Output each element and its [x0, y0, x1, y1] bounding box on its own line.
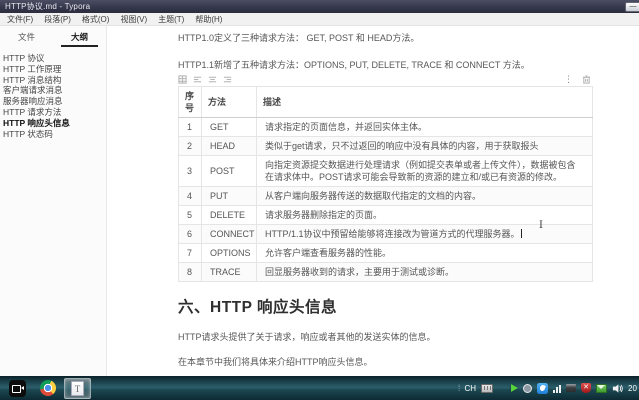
outline-item-http[interactable]: HTTP 协议 [2, 53, 104, 64]
minimize-button[interactable]: — [625, 2, 639, 12]
more-options-icon[interactable]: ⋮ [564, 75, 573, 84]
keyboard-icon[interactable] [481, 384, 493, 393]
mouse-cursor-ibeam: I [539, 220, 543, 231]
outline-item-status-codes[interactable]: HTTP 状态码 [2, 129, 104, 140]
typora-icon: T [71, 381, 84, 396]
taskbar-recorder-button[interactable] [4, 378, 31, 399]
align-center-icon[interactable] [208, 75, 217, 84]
menu-bar: 文件(F) 段落(P) 格式(O) 视图(V) 主题(T) 帮助(H) [0, 13, 639, 26]
taskbar-chrome-button[interactable] [34, 378, 61, 399]
paragraph-http11: HTTP1.1新增了五种请求方法：OPTIONS, PUT, DELETE, T… [178, 58, 593, 71]
outline-item-server-response[interactable]: 服务器响应消息 [2, 96, 104, 107]
paragraph-http10: HTTP1.0定义了三种请求方法： GET, POST 和 HEAD方法。 [178, 31, 593, 44]
chrome-icon [40, 380, 56, 396]
taskbar: T ⁞ CH ✕ 20 [0, 376, 639, 400]
taskbar-clock[interactable]: 20 [628, 384, 639, 393]
title-bar: HTTP协议.md - Typora — [0, 0, 639, 13]
header-method: 方法 [202, 87, 257, 118]
disc-icon[interactable] [523, 384, 532, 393]
outline-list: HTTP 协议 HTTP 工作原理 HTTP 消息结构 客户端请求消息 服务器响… [0, 47, 106, 139]
outline-item-working-principle[interactable]: HTTP 工作原理 [2, 64, 104, 75]
language-indicator[interactable]: CH [464, 384, 476, 393]
menu-file[interactable]: 文件(F) [7, 14, 33, 25]
align-right-icon[interactable] [223, 75, 232, 84]
dark-app-icon[interactable] [566, 384, 576, 392]
table-row[interactable]: 3 POST 向指定资源提交数据进行处理请求（例如提交表单或者上传文件），数据被… [179, 156, 593, 187]
table-row-connect[interactable]: 6 CONNECT HTTP/1.1协议中预留给能够将连接改为管道方式的代理服务… [179, 225, 593, 244]
editor-content[interactable]: HTTP1.0定义了三种请求方法： GET, POST 和 HEAD方法。 HT… [107, 26, 639, 376]
paragraph-response-intro2: 在本章节中我们将具体来介绍HTTP响应头信息。 [178, 355, 593, 368]
main-area: 文件 大纲 HTTP 协议 HTTP 工作原理 HTTP 消息结构 客户端请求消… [0, 26, 639, 376]
table-row[interactable]: 8 TRACE 回显服务器收到的请求，主要用于测试或诊断。 [179, 263, 593, 282]
menu-help[interactable]: 帮助(H) [195, 14, 222, 25]
table-toolbar-left [178, 75, 232, 84]
table-grid-icon[interactable] [178, 75, 187, 84]
table-row[interactable]: 5 DELETE 请求服务器删除指定的页面。 [179, 206, 593, 225]
menu-format[interactable]: 格式(O) [82, 14, 110, 25]
menu-theme[interactable]: 主题(T) [158, 14, 184, 25]
blue-app-icon[interactable] [537, 383, 548, 394]
table-row[interactable]: 4 PUT 从客户端向服务器传送的数据取代指定的文档的内容。 [179, 187, 593, 206]
outline-item-client-request[interactable]: 客户端请求消息 [2, 85, 104, 96]
volume-icon[interactable] [612, 383, 623, 394]
outline-item-message-structure[interactable]: HTTP 消息结构 [2, 75, 104, 86]
header-desc: 描述 [257, 87, 593, 118]
http-methods-table[interactable]: 序号 方法 描述 1 GET 请求指定的页面信息，并返回实体主体。 2 HEAD… [178, 86, 593, 282]
table-row[interactable]: 2 HEAD 类似于get请求，只不过返回的响应中没有具体的内容，用于获取报头 [179, 137, 593, 156]
paragraph-response-intro1: HTTP请求头提供了关于请求，响应或者其他的发送实体的信息。 [178, 330, 593, 343]
typora-window: HTTP协议.md - Typora — 文件(F) 段落(P) 格式(O) 视… [0, 0, 639, 400]
system-tray: ⁞ CH ✕ 20 [458, 383, 635, 394]
table-toolbar-right: ⋮ [564, 75, 591, 84]
tab-outline[interactable]: 大纲 [53, 31, 106, 47]
screen-recorder-icon [9, 380, 26, 397]
green-mail-icon[interactable] [596, 384, 607, 393]
section-heading: 六、HTTP 响应头信息 [178, 295, 593, 317]
sidebar-tabs: 文件 大纲 [0, 26, 106, 47]
table-toolbar: ⋮ [178, 73, 593, 85]
delete-table-icon[interactable] [582, 75, 591, 84]
menu-view[interactable]: 视图(V) [120, 14, 147, 25]
table-row[interactable]: 7 OPTIONS 允许客户端查看服务器的性能。 [179, 244, 593, 263]
green-play-icon[interactable] [511, 384, 518, 392]
align-left-icon[interactable] [193, 75, 202, 84]
menu-paragraph[interactable]: 段落(P) [44, 14, 71, 25]
text-caret [521, 229, 522, 238]
sidebar: 文件 大纲 HTTP 协议 HTTP 工作原理 HTTP 消息结构 客户端请求消… [0, 26, 107, 376]
header-no: 序号 [179, 87, 202, 118]
taskbar-typora-button[interactable]: T [64, 378, 91, 399]
tab-files[interactable]: 文件 [0, 31, 53, 47]
table-row[interactable]: 1 GET 请求指定的页面信息，并返回实体主体。 [179, 118, 593, 137]
table-header-row: 序号 方法 描述 [179, 87, 593, 118]
outline-item-response-headers[interactable]: HTTP 响应头信息 [2, 118, 104, 129]
window-title: HTTP协议.md - Typora [5, 1, 625, 12]
outline-item-request-methods[interactable]: HTTP 请求方法 [2, 107, 104, 118]
connect-desc-text: HTTP/1.1协议中预留给能够将连接改为管道方式的代理服务器。 [265, 229, 520, 239]
red-shield-icon[interactable]: ✕ [581, 383, 591, 393]
tray-grip-icon[interactable]: ⁞ [458, 384, 460, 393]
signal-bars-icon[interactable] [553, 384, 561, 393]
